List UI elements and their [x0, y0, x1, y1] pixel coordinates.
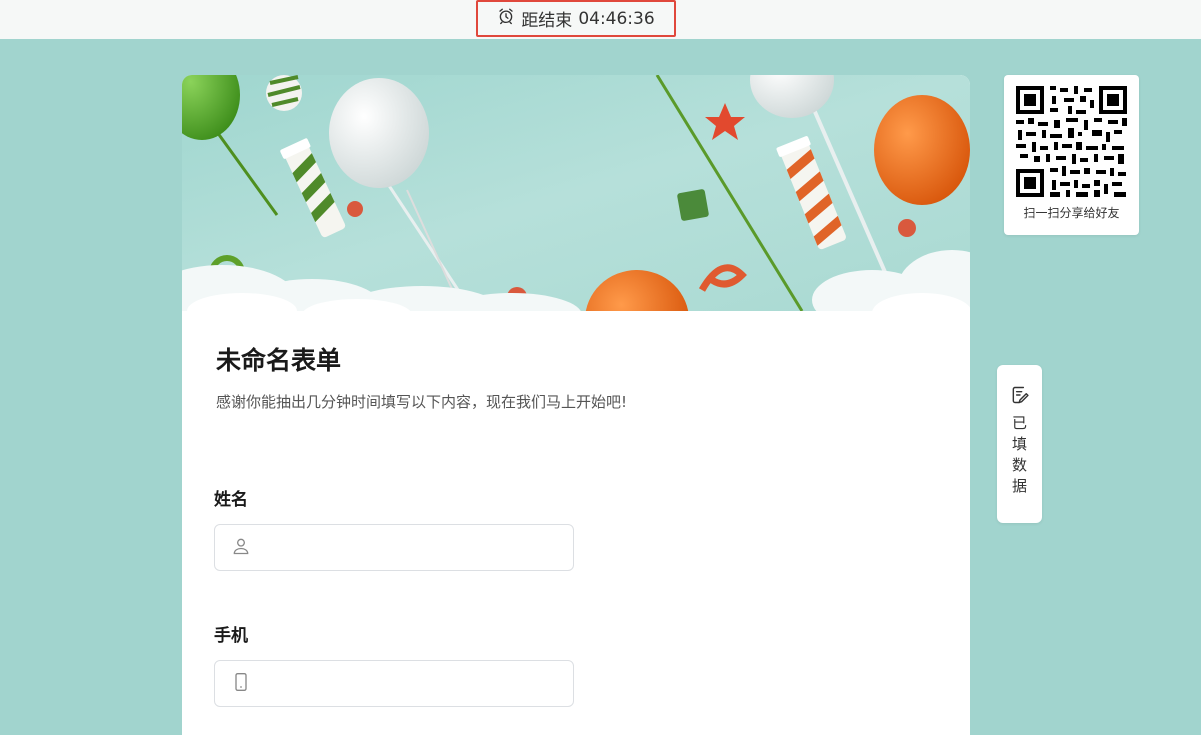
countdown-prefix: 距结束: [521, 11, 573, 31]
filled-data-label: 已填数据: [1010, 415, 1028, 499]
phone-input[interactable]: [261, 660, 573, 707]
top-bar: 距结束 04:46:36: [0, 0, 1201, 39]
countdown-time: 04:46:36: [578, 8, 655, 29]
form-title: 未命名表单: [216, 346, 342, 375]
name-field[interactable]: [214, 524, 574, 571]
share-qr-card[interactable]: 扫一扫分享给好友: [1004, 75, 1139, 235]
alarm-clock-icon: [497, 7, 515, 30]
user-icon: [231, 536, 251, 560]
field-label-name: 姓名: [214, 490, 248, 510]
banner-image: [182, 75, 970, 311]
countdown-timer: 距结束 04:46:36: [476, 0, 676, 37]
edit-note-icon: [1010, 365, 1030, 409]
field-label-phone: 手机: [214, 626, 248, 646]
phone-field[interactable]: [214, 660, 574, 707]
form-description: 感谢你能抽出几分钟时间填写以下内容，现在我们马上开始吧!: [216, 393, 628, 411]
share-caption: 扫一扫分享给好友: [1023, 206, 1120, 220]
filled-data-tab[interactable]: 已填数据: [997, 365, 1042, 523]
qr-code-image: [1014, 84, 1129, 199]
form-card: 未命名表单 感谢你能抽出几分钟时间填写以下内容，现在我们马上开始吧! 姓名 手机: [182, 75, 970, 735]
phone-icon: [231, 672, 251, 696]
name-input[interactable]: [261, 524, 573, 571]
